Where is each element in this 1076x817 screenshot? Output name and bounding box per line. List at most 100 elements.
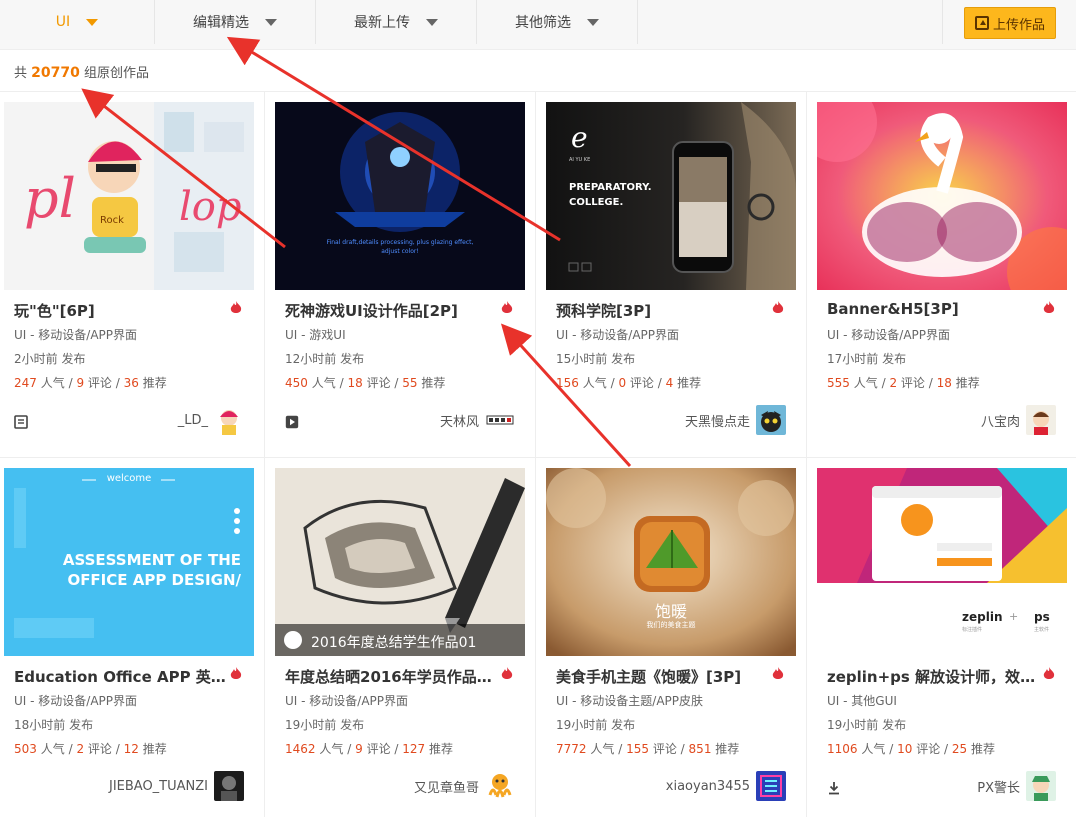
avatar[interactable] [1026,405,1056,435]
unit-label: 推荐 [971,742,996,756]
author-name[interactable]: xiaoyan3455 [666,779,750,794]
recommend-count: 12 [123,742,139,756]
work-thumbnail[interactable] [817,102,1067,290]
work-title[interactable]: Education Office APP 英文… [14,666,228,687]
filter-label: 其他筛选 [515,15,571,31]
work-title[interactable]: 年度总结晒2016年学员作品0… [285,666,499,687]
author[interactable]: JIEBAO_TUANZI [109,770,244,802]
unit-label: 评论 [87,376,112,390]
divider [942,0,943,44]
unit-label: 人气 [861,742,886,756]
work-category[interactable]: UI - 其他GUI [827,692,897,709]
work-thumbnail[interactable]: welcome ASSESSMENT OF THE OFFICE APP DES… [4,468,254,656]
popularity-count: 1106 [827,742,858,756]
work-card[interactable]: Final draft,details processing, plus gla… [265,92,536,458]
unit-label: 评论 [652,742,677,756]
avatar[interactable] [1026,771,1056,801]
work-stats: 555 人气 / 2 评论 / 18 推荐 [827,374,980,391]
work-category[interactable]: UI - 移动设备主题/APP皮肤 [556,692,703,709]
works-count: 共 20770 组原创作品 [14,62,149,81]
work-title[interactable]: 死神游戏UI设计作品[2P] [285,300,499,321]
work-card[interactable]: Banner&H5[3P] UI - 移动设备/APP界面 17小时前 发布 5… [807,92,1076,458]
unit-label: 评论 [87,742,112,756]
work-thumbnail[interactable]: e AI YU KE PREPARATORY. COLLEGE. [546,102,796,290]
work-time: 17小时前 发布 [827,352,907,366]
stat-separator: / [347,742,352,756]
upload-label: 上传作品 [992,17,1045,33]
work-title[interactable]: zeplin+ps 解放设计师，效率… [827,666,1041,687]
author[interactable]: PX警长 [977,770,1056,802]
work-title[interactable]: 美食手机主题《饱暖》[3P] [556,666,770,687]
recommend-count: 18 [936,376,952,390]
thumb-brand: AI YU KE [569,157,591,163]
thumb-caption: 2016年度总结学生作品01 [311,635,477,651]
author-name[interactable]: 又见章鱼哥 [414,777,479,796]
author-name[interactable]: 八宝肉 [981,411,1020,430]
author-name[interactable]: 天黑慢点走 [685,411,750,430]
thumb-subtitle: 我们的美食主题 [646,621,696,629]
author[interactable]: 天黑慢点走 [685,404,786,436]
work-thumbnail[interactable]: pl lop Rock [4,102,254,290]
filter-latest[interactable]: 最新上传 [316,0,477,44]
author-name[interactable]: 天林风 [440,411,479,430]
author[interactable]: 又见章鱼哥 [414,770,515,802]
unit-label: 人气 [40,376,65,390]
work-thumbnail[interactable]: zeplin + ps 标注插件 主软件 [817,468,1067,656]
avatar[interactable] [214,771,244,801]
hot-icon [1043,667,1055,679]
download-icon [829,782,839,795]
svg-text:e: e [571,121,588,154]
work-thumbnail[interactable]: 饱暖 我们的美食主题 [546,468,796,656]
work-time: 19小时前 发布 [285,718,365,732]
filter-bar: UI 编辑精选 最新上传 其他筛选 上传作品 [0,0,1076,50]
work-category[interactable]: UI - 移动设备/APP界面 [14,326,137,343]
work-thumbnail[interactable]: Final draft,details processing, plus gla… [275,102,525,290]
avatar[interactable] [485,405,515,435]
comment-count: 155 [626,742,649,756]
filter-editor-picks[interactable]: 编辑精选 [155,0,316,44]
chevron-down-icon [265,18,277,26]
work-time: 19小时前 发布 [556,718,636,732]
work-stats: 1462 人气 / 9 评论 / 127 推荐 [285,740,453,757]
popularity-count: 156 [556,376,579,390]
work-card[interactable]: 2016年度总结学生作品01 年度总结晒2016年学员作品0… UI - 移动设… [265,458,536,817]
upload-icon [974,16,989,30]
thumb-right: ps [1034,610,1050,624]
work-category[interactable]: UI - 移动设备/APP界面 [556,326,679,343]
author[interactable]: _LD_ [178,404,244,436]
author-name[interactable]: _LD_ [178,413,208,428]
upload-button[interactable]: 上传作品 [964,7,1056,39]
avatar[interactable] [485,771,515,801]
work-card[interactable]: zeplin + ps 标注插件 主软件 zeplin+ps 解放设计师，效率…… [807,458,1076,817]
stat-separator: / [394,376,399,390]
avatar[interactable] [756,405,786,435]
thumb-caption: Final draft,details processing, plus gla… [326,239,474,255]
unit-label: 评论 [916,742,941,756]
work-card[interactable]: welcome ASSESSMENT OF THE OFFICE APP DES… [0,458,265,817]
unit-label: 评论 [366,742,391,756]
work-card[interactable]: e AI YU KE PREPARATORY. COLLEGE. 预科学院[3P… [536,92,807,458]
work-title[interactable]: Banner&H5[3P] [827,300,1041,318]
filter-ui[interactable]: UI [0,0,155,44]
author[interactable]: 八宝肉 [981,404,1056,436]
work-stats: 7772 人气 / 155 评论 / 851 推荐 [556,740,739,757]
author-name[interactable]: PX警长 [977,777,1020,796]
popularity-count: 247 [14,376,37,390]
author[interactable]: 天林风 [440,404,515,436]
work-category[interactable]: UI - 游戏UI [285,326,346,343]
work-title[interactable]: 预科学院[3P] [556,300,770,321]
work-category[interactable]: UI - 移动设备/APP界面 [285,692,408,709]
work-title[interactable]: 玩"色"[6P] [14,300,228,321]
author-name[interactable]: JIEBAO_TUANZI [109,779,208,794]
filter-other[interactable]: 其他筛选 [477,0,638,44]
work-category[interactable]: UI - 移动设备/APP界面 [14,692,137,709]
avatar[interactable] [214,405,244,435]
author[interactable]: xiaoyan3455 [666,770,786,802]
thumb-right-sub: 主软件 [1034,627,1050,633]
work-thumbnail[interactable]: 2016年度总结学生作品01 [275,468,525,656]
work-card[interactable]: pl lop Rock 玩"色"[6P] UI - 移动设备/APP界面 2小时… [0,92,265,458]
hot-icon [772,301,784,313]
work-category[interactable]: UI - 移动设备/APP界面 [827,326,950,343]
avatar[interactable] [756,771,786,801]
work-card[interactable]: 饱暖 我们的美食主题 美食手机主题《饱暖》[3P] UI - 移动设备主题/AP… [536,458,807,817]
